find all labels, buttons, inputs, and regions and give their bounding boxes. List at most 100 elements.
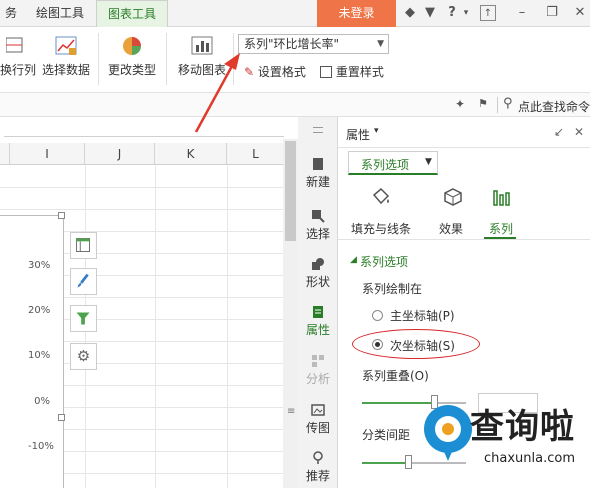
primary-axis-label[interactable]: 主坐标轴(P): [390, 307, 455, 324]
split-handle-icon[interactable]: ≡: [287, 406, 295, 417]
side-item-label: 分析: [305, 372, 330, 386]
close-panel-icon[interactable]: ✕: [574, 125, 584, 139]
chevron-down-icon: ▼: [425, 157, 432, 167]
grip-icon: [313, 127, 323, 133]
filter-icon: [76, 312, 90, 325]
chart-resize-handle[interactable]: [58, 212, 65, 219]
tab-fill-line[interactable]: 填充与线条: [348, 220, 414, 237]
chart-elements-button[interactable]: [70, 232, 97, 259]
tab-drawing-tools[interactable]: 绘图工具: [24, 0, 96, 27]
side-item-label: 推荐: [305, 469, 330, 483]
tab-series[interactable]: 系列: [478, 220, 524, 237]
side-item-analyze[interactable]: 分析: [298, 354, 338, 387]
flag-icon[interactable]: ⚑: [478, 97, 488, 110]
series-options-dropdown[interactable]: 系列选项 ▼: [348, 151, 438, 175]
y-axis-label: 30%: [28, 260, 51, 271]
side-item-recommend[interactable]: 推荐: [298, 451, 338, 484]
swap-row-col-button[interactable]: 换行列: [0, 35, 36, 85]
side-item-label: 新建: [305, 175, 330, 189]
column-header-j[interactable]: J: [85, 143, 155, 165]
formula-input[interactable]: [4, 123, 284, 137]
shirt-icon[interactable]: ▼: [422, 5, 438, 21]
format-button[interactable]: ✎ 设置格式: [244, 63, 306, 81]
select-data-button[interactable]: 选择数据: [40, 35, 92, 85]
upload-icon[interactable]: ↑: [480, 5, 496, 21]
new-doc-icon: [313, 158, 323, 170]
format-brush-icon: ✎: [244, 65, 255, 79]
side-item-properties[interactable]: 属性: [298, 305, 338, 338]
secondary-axis-radio[interactable]: [372, 339, 383, 350]
grid-line: [227, 165, 228, 488]
minimize-icon[interactable]: –: [514, 5, 530, 21]
watermark-name: 查询啦: [470, 407, 575, 447]
chart-settings-button[interactable]: ⚙: [70, 343, 97, 370]
tab-chart-tools[interactable]: 图表工具: [96, 0, 168, 28]
panel-title: 属性: [346, 128, 371, 142]
move-chart-button[interactable]: 移动图表: [176, 35, 228, 85]
chevron-down-icon[interactable]: ▾: [374, 126, 379, 136]
tab-effects[interactable]: 效果: [426, 220, 476, 237]
change-type-button[interactable]: 更改类型: [106, 35, 158, 85]
y-axis-label: -10%: [28, 441, 54, 452]
side-item-label: 选择: [305, 227, 330, 241]
select-data-label: 选择数据: [41, 63, 90, 77]
series-bars-icon: [493, 190, 510, 206]
tab-partial[interactable]: 务: [0, 0, 22, 27]
search-icon[interactable]: ⚲: [503, 96, 513, 111]
y-axis-label: 0%: [34, 396, 50, 407]
column-header-cell[interactable]: [0, 143, 10, 165]
shape-icon: [312, 258, 324, 270]
chart-filter-button[interactable]: [70, 305, 97, 332]
slider-thumb[interactable]: [404, 455, 412, 469]
watermark-logo-icon: [424, 405, 472, 461]
move-chart-icon: [191, 36, 213, 55]
scrollbar-thumb[interactable]: [285, 141, 296, 241]
close-icon[interactable]: ✕: [572, 5, 588, 21]
side-item-select[interactable]: 选择: [298, 209, 338, 242]
overlap-label: 系列重叠(O): [362, 369, 429, 383]
side-item-label: 传图: [305, 421, 330, 435]
grid-line: [0, 209, 298, 210]
login-button[interactable]: 未登录: [317, 0, 396, 27]
series-select[interactable]: 系列"环比增长率" ▼: [238, 34, 389, 54]
ribbon-separator: [233, 33, 234, 85]
column-header-l[interactable]: L: [227, 143, 285, 165]
pie-chart-icon: [123, 37, 141, 55]
reset-style-label: 重置样式: [335, 65, 384, 79]
column-header-k[interactable]: K: [155, 143, 227, 165]
slider-fill: [362, 462, 409, 464]
column-header-i[interactable]: I: [10, 143, 85, 165]
chart-elements-icon: [76, 238, 90, 252]
gear-icon: ⚙: [76, 347, 91, 365]
y-axis-label: 10%: [28, 350, 51, 361]
sheet-top-strip: [0, 117, 298, 143]
side-item-label: 属性: [305, 323, 330, 337]
caret-down-icon[interactable]: ◢: [350, 255, 357, 265]
chart-resize-handle[interactable]: [58, 414, 65, 421]
panel-divider: [338, 147, 590, 148]
series-options-dropdown-label: 系列选项: [361, 158, 410, 172]
chart-style-button[interactable]: [70, 268, 97, 295]
skin-icon[interactable]: ◆: [402, 5, 418, 21]
column-header: I J K L: [0, 143, 298, 165]
move-chart-label: 移动图表: [177, 63, 226, 77]
reset-style-button[interactable]: 重置样式: [320, 63, 384, 81]
feedback-icon[interactable]: ✦: [455, 97, 465, 111]
ribbon-separator: [166, 33, 167, 85]
format-label: 设置格式: [257, 65, 306, 79]
side-item-upload-image[interactable]: 传图: [298, 403, 338, 436]
restore-icon[interactable]: ❐: [544, 5, 560, 21]
chevron-down-icon[interactable]: ▾: [458, 5, 474, 21]
recommend-icon: [313, 451, 323, 464]
secondary-axis-label[interactable]: 次坐标轴(S): [390, 337, 455, 354]
command-search-label[interactable]: 点此查找命令: [518, 98, 590, 115]
collapse-icon[interactable]: ↙: [554, 125, 564, 139]
vertical-scrollbar[interactable]: ≡: [283, 139, 298, 488]
side-item-shape[interactable]: 形状: [298, 257, 338, 290]
primary-axis-radio[interactable]: [372, 310, 383, 321]
side-tool-strip: 新建 选择 形状 属性 分析 传图 推荐: [298, 117, 338, 488]
y-axis-label: 20%: [28, 305, 51, 316]
side-item-new[interactable]: 新建: [298, 157, 338, 190]
properties-icon: [313, 306, 323, 318]
watermark-url: chaxunla.com: [484, 451, 575, 466]
